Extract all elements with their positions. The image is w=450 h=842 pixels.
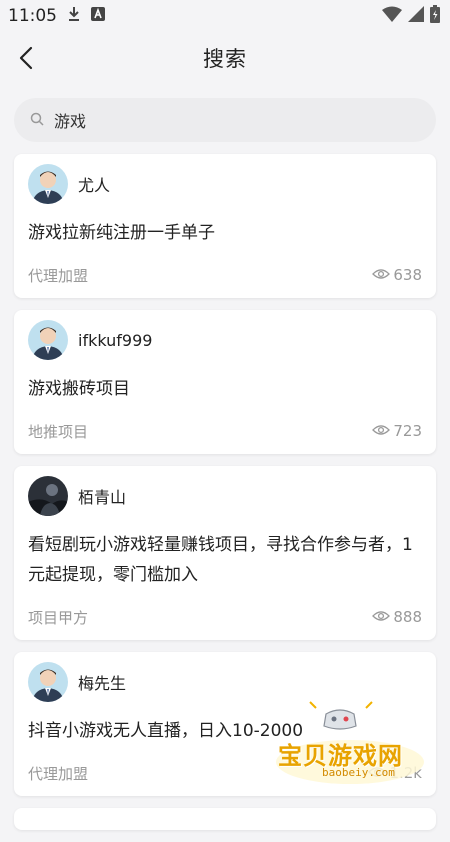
view-count-value: 638 [393, 266, 422, 284]
view-count: 888 [372, 608, 422, 626]
category-tag: 地推项目 [28, 422, 89, 441]
post-title: 看短剧玩小游戏轻量赚钱项目，寻找合作参与者，1元起提现，零门槛加入 [28, 535, 413, 585]
signal-icon [408, 5, 424, 27]
view-count: 1.2k [368, 764, 422, 782]
status-bar: 11:05 [0, 0, 450, 32]
avatar[interactable] [28, 662, 68, 702]
search-input[interactable] [54, 110, 394, 130]
avatar[interactable] [28, 164, 68, 204]
post-card[interactable]: 尤人 游戏拉新纯注册一手单子 代理加盟 638 [14, 154, 436, 298]
chevron-left-icon [19, 46, 33, 70]
page-title: 搜索 [203, 47, 247, 71]
wifi-icon [382, 6, 402, 27]
post-title: 游戏拉新纯注册一手单子 [28, 223, 215, 243]
author-name: 栢青山 [78, 488, 127, 507]
post-card[interactable]: 梅先生 抖音小游戏无人直播，日入10-2000 代理加盟 1.2k [14, 652, 436, 796]
status-time: 11:05 [8, 6, 57, 26]
eye-icon [368, 764, 387, 782]
author-name: 梅先生 [78, 674, 127, 693]
download-icon [67, 6, 81, 27]
avatar[interactable] [28, 476, 68, 516]
view-count-value: 723 [393, 422, 422, 440]
eye-icon [372, 422, 391, 440]
eye-icon [372, 608, 391, 626]
category-tag: 项目甲方 [28, 608, 89, 627]
search-bar[interactable] [14, 98, 436, 142]
view-count: 638 [372, 266, 422, 284]
category-tag: 代理加盟 [28, 266, 89, 285]
avatar[interactable] [28, 320, 68, 360]
post-card[interactable]: 栢青山 看短剧玩小游戏轻量赚钱项目，寻找合作参与者，1元起提现，零门槛加入 项目… [14, 466, 436, 640]
battery-icon [430, 4, 440, 28]
view-count: 723 [372, 422, 422, 440]
search-icon [30, 111, 44, 130]
back-button[interactable] [14, 44, 42, 72]
author-name: 尤人 [78, 176, 111, 195]
results-list: 尤人 游戏拉新纯注册一手单子 代理加盟 638 ifkkuf999 游戏搬砖项目… [14, 154, 436, 842]
navbar: 搜索 [0, 32, 450, 84]
post-title: 抖音小游戏无人直播，日入10-2000 [28, 721, 304, 741]
view-count-value: 888 [393, 608, 422, 626]
eye-icon [372, 266, 391, 284]
post-card[interactable] [14, 808, 436, 830]
post-title: 游戏搬砖项目 [28, 379, 130, 399]
post-card[interactable]: ifkkuf999 游戏搬砖项目 地推项目 723 [14, 310, 436, 454]
author-name: ifkkuf999 [78, 330, 153, 350]
app-notification-icon [91, 6, 105, 26]
view-count-value: 1.2k [389, 764, 422, 782]
category-tag: 代理加盟 [28, 764, 89, 783]
